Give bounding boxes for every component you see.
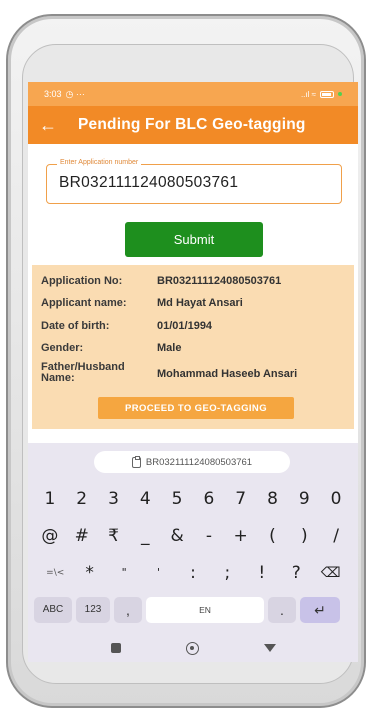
key-hash[interactable]: # (66, 523, 98, 549)
proceed-to-geo-tagging-button[interactable]: PROCEED TO GEO-TAGGING (98, 397, 294, 419)
key-rupee[interactable]: ₹ (98, 523, 130, 549)
key-6[interactable]: 6 (193, 486, 225, 512)
status-bar: 3:03 ◷ ··· ..ıl ≈ (28, 82, 358, 106)
detail-value: 01/01/1994 (157, 320, 213, 332)
app-bar: ← Pending For BLC Geo-tagging (28, 106, 358, 144)
key-more-symbols[interactable]: =\< (38, 560, 72, 586)
submit-button[interactable]: Submit (125, 222, 263, 257)
application-details-panel: Application No: BR032111124080503761 App… (32, 265, 354, 429)
enter-icon[interactable]: ↵ (300, 597, 340, 623)
keyboard-row-bottom: ABC 123 , EN . ↵ (28, 597, 358, 623)
key-asterisk[interactable]: * (72, 560, 106, 586)
key-3[interactable]: 3 (98, 486, 130, 512)
key-comma[interactable]: , (114, 597, 142, 623)
key-minus[interactable]: - (193, 523, 225, 549)
detail-label: Date of birth: (41, 320, 110, 332)
detail-value: Male (157, 342, 182, 354)
key-double-quote[interactable]: " (107, 560, 141, 586)
key-at[interactable]: @ (34, 523, 66, 549)
key-close-paren[interactable]: ) (288, 523, 320, 549)
privacy-indicator-icon (338, 92, 342, 96)
detail-label: Gender: (41, 342, 84, 354)
key-slash[interactable]: / (320, 523, 352, 549)
key-7[interactable]: 7 (225, 486, 257, 512)
key-4[interactable]: 4 (129, 486, 161, 512)
status-notification-icons: ◷ ··· (65, 88, 85, 99)
key-plus[interactable]: + (225, 523, 257, 549)
key-9[interactable]: 9 (288, 486, 320, 512)
key-underscore[interactable]: _ (129, 523, 161, 549)
back-icon[interactable] (263, 644, 276, 652)
key-123[interactable]: 123 (76, 597, 110, 623)
keyboard-row-digits: 1 2 3 4 5 6 7 8 9 0 (28, 486, 358, 512)
detail-value: BR032111124080503761 (157, 275, 282, 287)
key-2[interactable]: 2 (66, 486, 98, 512)
system-nav-bar (28, 638, 358, 658)
key-single-quote[interactable]: ' (141, 560, 175, 586)
signal-wifi-icon: ..ıl ≈ (300, 89, 316, 99)
soft-keyboard: BR032111124080503761 1 2 3 4 5 6 7 8 9 0… (28, 443, 358, 662)
keyboard-row-symbols-1: @ # ₹ _ & - + ( ) / (28, 523, 358, 549)
clipboard-suggestion-text: BR032111124080503761 (145, 456, 253, 468)
key-5[interactable]: 5 (161, 486, 193, 512)
application-number-input[interactable] (59, 174, 329, 192)
key-0[interactable]: 0 (320, 486, 352, 512)
app-screen: 3:03 ◷ ··· ..ıl ≈ ← Pending For BLC Geo-… (28, 82, 358, 662)
detail-label: Application No: (41, 275, 123, 287)
key-exclamation[interactable]: ! (245, 560, 279, 586)
application-number-label: Enter Application number (57, 159, 142, 166)
recents-icon[interactable] (110, 643, 121, 653)
status-time: 3:03 (44, 89, 62, 99)
detail-label: Father/Husband Name: (41, 361, 125, 384)
clipboard-icon (131, 455, 141, 468)
backspace-icon[interactable]: ⌫ (314, 560, 348, 586)
key-8[interactable]: 8 (257, 486, 289, 512)
key-open-paren[interactable]: ( (257, 523, 289, 549)
key-abc[interactable]: ABC (34, 597, 72, 623)
back-arrow-icon[interactable]: ← (28, 115, 68, 136)
key-ampersand[interactable]: & (161, 523, 193, 549)
key-question[interactable]: ? (279, 560, 313, 586)
key-period[interactable]: . (268, 597, 296, 623)
space-bar[interactable]: EN (146, 597, 264, 623)
detail-value: Md Hayat Ansari (157, 297, 243, 309)
application-number-field[interactable]: Enter Application number (46, 159, 342, 204)
detail-value: Mohammad Haseeb Ansari (157, 368, 298, 380)
battery-icon (320, 90, 334, 98)
clipboard-suggestion[interactable]: BR032111124080503761 (94, 451, 290, 473)
page-title: Pending For BLC Geo-tagging (78, 116, 306, 133)
key-1[interactable]: 1 (34, 486, 66, 512)
home-icon[interactable] (185, 641, 199, 655)
key-colon[interactable]: : (176, 560, 210, 586)
key-semicolon[interactable]: ; (210, 560, 244, 586)
detail-label: Applicant name: (41, 297, 127, 309)
keyboard-row-symbols-2: =\< * " ' : ; ! ? ⌫ (28, 560, 358, 586)
